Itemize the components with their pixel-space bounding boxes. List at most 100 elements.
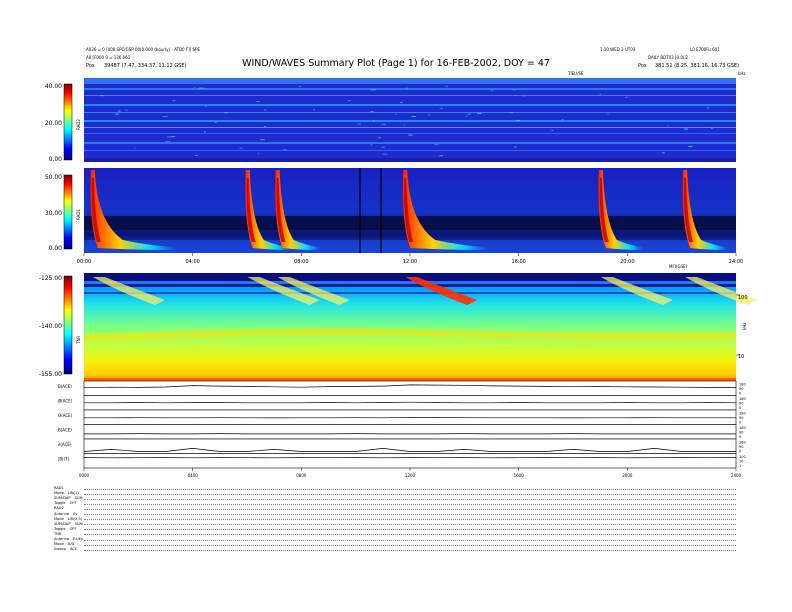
mag-x-tick-label: 0000 xyxy=(79,473,90,478)
rad2-emission-speck xyxy=(134,147,136,149)
rad1-x-tick-label: 08:00 xyxy=(294,259,308,265)
rad2-emission-speck xyxy=(224,112,229,114)
mag-x-tick-label: 1600 xyxy=(514,473,525,478)
rad2-emission-speck xyxy=(434,143,439,145)
footer-row-value: OFF xyxy=(69,526,77,531)
summary-plot-page: A036 = 0 [000 SPC/GSP 00(0 000 (hourly) … xyxy=(0,0,792,612)
rad2-emission-speck xyxy=(370,111,374,113)
mag-panel-label: B(ACE) xyxy=(58,384,72,389)
footer-dotted-line xyxy=(84,534,736,536)
footer-row-value: LIN(2,3) xyxy=(67,516,83,521)
rad2-emission-speck xyxy=(165,141,171,143)
rad1-x-tick-label: 20:00 xyxy=(620,259,634,265)
rad2-emission-speck xyxy=(599,93,602,95)
rad2-emission-speck xyxy=(551,130,554,132)
mag-panel-label: B(ACE) xyxy=(58,428,72,433)
mag-x-tick-label: 0800 xyxy=(296,473,307,478)
rad2-emission-speck xyxy=(684,128,689,130)
mag-right-tick-label: 90 xyxy=(739,387,743,391)
rad2-emission-speck xyxy=(347,100,351,102)
footer-dotted-line xyxy=(84,519,736,521)
footer-row-value: OFF xyxy=(69,501,77,506)
rad2-emission-speck xyxy=(607,113,609,115)
rad2-emission-speck xyxy=(117,110,121,112)
rad2-emission-speck xyxy=(264,109,267,111)
tnr-top-label: MFI(GSE) xyxy=(669,264,688,269)
mag-right-tick-label: 180 xyxy=(739,397,746,401)
tnr-colorbar: -125.00 -140.00 -155.00 TNR xyxy=(39,275,81,378)
rad2-emission-speck xyxy=(256,101,261,103)
tnr-colorbar-tick: -140.00 xyxy=(39,323,62,330)
rad1-colorbar-tick: 30.00 xyxy=(45,210,62,217)
rad1-colorbar: 50.00 30.00 0.00 RAD1 xyxy=(45,174,81,252)
rad1-x-tick-label: 16:00 xyxy=(511,259,525,265)
mag-x-tick-label: 1200 xyxy=(405,473,416,478)
rad2-emission-speck xyxy=(662,152,665,154)
rad2-emission-speck xyxy=(400,102,403,104)
mag-panel-frame xyxy=(83,380,737,396)
plot-canvas: 40.00 20.00 0.00 RAD2 50.00 30.00 0.00 R… xyxy=(39,78,758,478)
rad2-emission-speck xyxy=(299,85,301,87)
mag-right-tick-label: 0 xyxy=(739,406,741,410)
rad2-emission-speck xyxy=(561,119,564,121)
footer-dotted-line xyxy=(84,529,736,531)
rad2-colorbar-tick: 40.00 xyxy=(45,83,62,90)
mag-right-tick-label: 180 xyxy=(739,412,746,416)
mag-right-tick-label: 0 xyxy=(739,450,741,454)
rad2-emission-speck xyxy=(193,86,196,88)
footer-row-value: SUM xyxy=(74,521,83,526)
rad2-emission-speck xyxy=(382,153,388,155)
rad2-emission-speck xyxy=(264,126,266,128)
rad2-emission-speck xyxy=(214,121,217,123)
mag-right-tick-label: 90 xyxy=(739,416,743,420)
rad2-emission-speck xyxy=(115,113,119,115)
footer-row-label: Sweep xyxy=(54,547,66,552)
footer-row-label: Mode xyxy=(54,516,64,521)
rad2-emission-speck xyxy=(166,136,172,138)
footer-row-value: Ex/Ey xyxy=(73,537,84,541)
footer-row-label: RAD1 xyxy=(54,486,64,490)
rad2-emission-speck xyxy=(439,155,443,157)
mag-right-tick-label: 1 xyxy=(739,464,741,468)
mag-right-tick-label: 90 xyxy=(739,431,743,435)
rad2-emission-speck xyxy=(509,112,514,114)
rad1-panel-label: RAD1 xyxy=(76,209,81,220)
rad1-colorbar-tick: 0.00 xyxy=(49,245,63,252)
rad2-emission-speck xyxy=(171,136,175,138)
footer-row-label: Mode xyxy=(54,542,64,547)
mag-right-tick-label: 0 xyxy=(739,392,741,396)
footer-row: Sweep ACE xyxy=(54,547,77,551)
mag-panel-frame xyxy=(83,424,737,440)
rad1-x-tick-label: 24:00 xyxy=(729,259,743,265)
rad2-emission-speck xyxy=(198,87,204,89)
mag-right-tick-label: 100 xyxy=(739,455,746,459)
rad2-emission-speck xyxy=(99,95,104,97)
rad2-emission-speck xyxy=(406,87,409,89)
rad1-x-tick-label: 00:00 xyxy=(77,259,91,265)
footer-row-label: SUM/DAP xyxy=(54,496,71,501)
rad2-emission-speck xyxy=(257,152,259,154)
mag-right-tick-label: 0 xyxy=(739,421,741,425)
footer-row-label: RAD2 xyxy=(54,506,64,511)
rad2-emission-speck xyxy=(205,105,207,107)
mag-x-tick-label: 0400 xyxy=(188,473,199,478)
tnr-panel-label: TNR xyxy=(76,336,81,345)
footer-row: Mode LIN(1) xyxy=(54,491,79,495)
footer-dotted-line xyxy=(84,498,736,500)
mag-right-tick-label: 90 xyxy=(739,445,743,449)
rad2-panel-label: RAD2 xyxy=(76,119,81,130)
rad2-emission-speck xyxy=(490,90,494,92)
rad2-emission-speck xyxy=(381,123,387,125)
footer-row: SUM/DAP SUM xyxy=(54,522,83,526)
footer-row: SUM/DAP SUM xyxy=(54,496,83,500)
rad2-emission-speck xyxy=(522,95,526,97)
footer-dotted-line xyxy=(84,508,736,510)
footer-row: Mode LIN(2,3) xyxy=(54,517,82,521)
rad2-emission-speck xyxy=(260,139,265,141)
footer-row-label: Antenna xyxy=(54,511,70,516)
magnetometer-panels: B(ACE) 180900Ø(ACE) 180900Θ(ACE) 180900B(AC… xyxy=(58,380,746,469)
footer-dotted-line xyxy=(84,503,736,505)
rad1-x-tick-label: 12:00 xyxy=(403,259,417,265)
mag-panel-label: Ø(ACE) xyxy=(58,399,73,404)
mag-panel-label: |B|(T) xyxy=(58,457,69,462)
